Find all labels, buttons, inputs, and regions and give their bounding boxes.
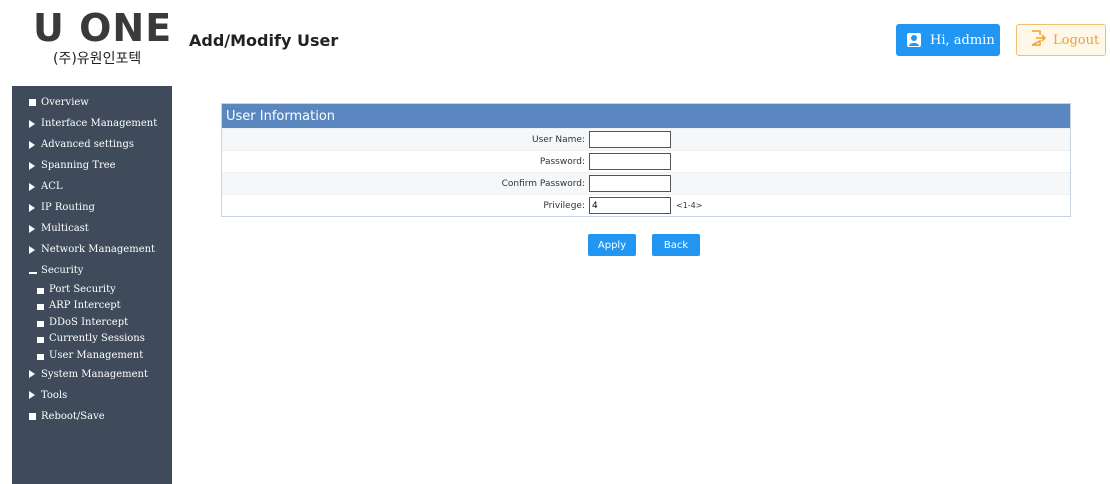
triangle-right-icon [29, 370, 35, 378]
sidebar-item-label: System Management [41, 368, 149, 380]
sidebar-item-label: Multicast [41, 223, 89, 234]
form-rows: User Name: Password: Confirm Password: P… [222, 128, 1070, 216]
logo-subtext: (주)유원인포텍 [53, 51, 142, 67]
form-row-privilege: Privilege: <1-4> [222, 194, 1070, 216]
sidebar-item-multicast[interactable]: Multicast [12, 218, 172, 239]
square-icon [37, 287, 44, 294]
sidebar-item-interface-management[interactable]: Interface Management [12, 113, 172, 134]
sidebar-item-label: Security [41, 265, 84, 276]
square-icon [29, 412, 36, 420]
sidebar-item-label: Overview [41, 97, 89, 108]
triangle-right-icon [29, 391, 35, 399]
privilege-range-hint: <1-4> [676, 201, 703, 210]
sidebar-subitem-port-security[interactable]: Port Security [12, 281, 172, 298]
square-icon [29, 99, 36, 106]
triangle-right-icon [29, 140, 35, 149]
sidebar-item-label: Network Management [41, 244, 156, 255]
sidebar-subitem-label: ARP Intercept [49, 300, 121, 312]
header: U ONE (주)유원인포텍 Add/Modify User Hi, admin… [0, 0, 1110, 84]
form-row-username: User Name: [222, 128, 1070, 150]
triangle-right-icon [29, 245, 35, 254]
user-menu-button[interactable]: Hi, admin [896, 24, 1000, 56]
sidebar-item-label: IP Routing [41, 202, 95, 213]
square-icon [37, 353, 44, 360]
user-information-panel: User Information User Name: Password: Co… [221, 103, 1071, 217]
user-label: Hi, admin [930, 32, 995, 48]
triangle-right-icon [29, 203, 35, 212]
sidebar-subitem-user-management[interactable]: User Management [12, 347, 172, 364]
square-icon [37, 337, 44, 344]
sidebar-item-label: Advanced settings [41, 139, 135, 150]
apply-button[interactable]: Apply [588, 234, 636, 256]
minus-icon [29, 271, 37, 274]
square-icon [37, 320, 44, 327]
logo-text: U ONE [33, 6, 173, 50]
form-row-confirm-password: Confirm Password: [222, 172, 1070, 194]
sidebar-item-security[interactable]: Security [12, 260, 172, 281]
sidebar-item-label: Reboot/Save [41, 410, 105, 422]
sidebar-subitem-label: Port Security [49, 283, 116, 295]
triangle-right-icon [29, 161, 35, 170]
back-button[interactable]: Back [652, 234, 700, 256]
confirm-password-input[interactable] [589, 175, 671, 192]
sidebar-subitem-arp-intercept[interactable]: ARP Intercept [12, 298, 172, 315]
sidebar-subitem-currently-sessions[interactable]: Currently Sessions [12, 331, 172, 348]
sidebar-subitem-label: DDoS Intercept [49, 316, 129, 328]
logo: U ONE (주)유원인포텍 [33, 8, 173, 74]
sidebar: Overview Interface Management Advanced s… [12, 86, 172, 484]
sidebar-item-tools[interactable]: Tools [12, 385, 172, 406]
field-label: User Name: [532, 134, 585, 145]
sidebar-subitem-label: User Management [49, 349, 144, 361]
triangle-right-icon [29, 119, 35, 128]
form-row-password: Password: [222, 150, 1070, 172]
sidebar-item-reboot-save[interactable]: Reboot/Save [12, 406, 172, 427]
sidebar-item-label: Spanning Tree [41, 160, 116, 171]
privilege-input[interactable] [589, 197, 671, 214]
field-label: Password: [539, 156, 585, 167]
password-input[interactable] [589, 153, 671, 170]
sidebar-subitem-label: Currently Sessions [49, 333, 145, 345]
sidebar-item-label: Interface Management [41, 118, 158, 129]
form-actions: Apply Back [588, 234, 700, 256]
logout-button[interactable]: Logout [1016, 24, 1106, 56]
field-label: Confirm Password: [501, 178, 585, 189]
sidebar-subitem-ddos-intercept[interactable]: DDoS Intercept [12, 314, 172, 331]
sidebar-item-label: ACL [41, 181, 63, 192]
sidebar-item-network-management[interactable]: Network Management [12, 239, 172, 260]
sidebar-item-advanced-settings[interactable]: Advanced settings [12, 134, 172, 155]
username-input[interactable] [589, 131, 671, 148]
field-label: Privilege: [543, 200, 585, 211]
triangle-right-icon [29, 182, 35, 191]
sidebar-item-system-management[interactable]: System Management [12, 364, 172, 385]
logout-label: Logout [1053, 32, 1100, 48]
sidebar-item-acl[interactable]: ACL [12, 176, 172, 197]
sidebar-item-spanning-tree[interactable]: Spanning Tree [12, 155, 172, 176]
sidebar-item-overview[interactable]: Overview [12, 92, 172, 113]
triangle-right-icon [29, 224, 35, 233]
logout-icon [1029, 29, 1047, 51]
panel-title: User Information [222, 104, 1070, 128]
main-content: User Information User Name: Password: Co… [221, 103, 1071, 256]
page-title: Add/Modify User [189, 31, 339, 50]
square-icon [37, 304, 44, 311]
sidebar-item-ip-routing[interactable]: IP Routing [12, 197, 172, 218]
sidebar-item-label: Tools [41, 389, 68, 401]
user-icon [906, 32, 922, 48]
